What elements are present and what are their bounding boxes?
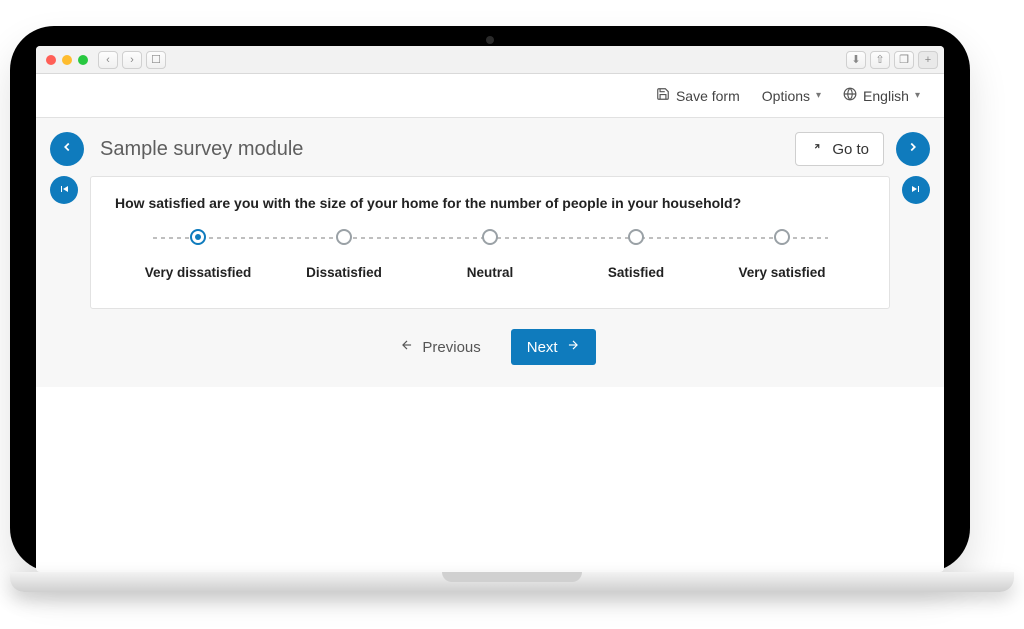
app-toolbar: Save form Options ▾ English ▾ <box>36 74 944 118</box>
likert-option-label: Satisfied <box>608 265 664 280</box>
options-label: Options <box>762 88 810 104</box>
laptop-frame: ‹ › ☐ ⬇ <box>10 26 970 572</box>
laptop-base <box>10 572 1014 592</box>
radio-icon <box>774 229 790 245</box>
next-label: Next <box>527 339 558 356</box>
previous-label: Previous <box>422 339 480 356</box>
trackpad-notch <box>442 572 582 582</box>
plus-icon: + <box>925 54 931 66</box>
likert-option-label: Very dissatisfied <box>145 265 252 280</box>
question-card: How satisfied are you with the size of y… <box>90 176 890 309</box>
language-dropdown[interactable]: English ▾ <box>843 87 920 104</box>
save-form-label: Save form <box>676 88 740 104</box>
globe-icon <box>843 87 857 104</box>
goto-arrow-icon <box>810 140 824 158</box>
skip-forward-icon <box>910 183 922 198</box>
likert-scale: Very dissatisfied Dissatisfied Neutral Sati… <box>115 229 865 280</box>
prev-page-button[interactable] <box>50 132 84 166</box>
close-dot[interactable] <box>46 55 56 65</box>
likert-option-label: Very satisfied <box>738 265 825 280</box>
goto-button[interactable]: Go to <box>795 132 884 166</box>
survey-title: Sample survey module <box>96 138 783 161</box>
pager: Previous Next <box>36 329 944 365</box>
zoom-dot[interactable] <box>78 55 88 65</box>
last-page-button[interactable] <box>902 176 930 204</box>
radio-icon <box>336 229 352 245</box>
screen: ‹ › ☐ ⬇ <box>36 46 944 572</box>
likert-option[interactable]: Very dissatisfied <box>125 229 271 280</box>
new-tab-button[interactable]: + <box>918 51 938 69</box>
skip-back-icon <box>58 183 70 198</box>
likert-option-label: Dissatisfied <box>306 265 382 280</box>
traffic-lights <box>42 55 88 65</box>
likert-option[interactable]: Neutral <box>417 229 563 280</box>
chevron-right-icon: › <box>130 54 134 66</box>
sidebar-toggle[interactable]: ☐ <box>146 51 166 69</box>
share-button[interactable]: ⇧ <box>870 51 890 69</box>
chevron-down-icon: ▾ <box>816 90 821 101</box>
radio-icon <box>190 229 206 245</box>
minimize-dot[interactable] <box>62 55 72 65</box>
chevron-left-icon <box>60 140 74 159</box>
download-button[interactable]: ⬇ <box>846 51 866 69</box>
chevron-right-icon <box>906 140 920 159</box>
likert-option-label: Neutral <box>467 265 514 280</box>
sidebar-icon: ☐ <box>151 53 161 66</box>
share-icon: ⇧ <box>875 53 884 66</box>
tabs-icon: ❐ <box>899 53 909 66</box>
chevron-left-icon: ‹ <box>106 54 110 66</box>
goto-label: Go to <box>832 141 869 158</box>
radio-icon <box>482 229 498 245</box>
first-page-button[interactable] <box>50 176 78 204</box>
arrow-right-icon <box>566 338 580 356</box>
tabs-button[interactable]: ❐ <box>894 51 914 69</box>
next-button[interactable]: Next <box>511 329 596 365</box>
likert-option[interactable]: Very satisfied <box>709 229 855 280</box>
question-text: How satisfied are you with the size of y… <box>115 195 865 211</box>
window-chrome: ‹ › ☐ ⬇ <box>36 46 944 74</box>
camera-dot <box>486 36 494 44</box>
next-page-button[interactable] <box>896 132 930 166</box>
arrow-left-icon <box>400 338 414 356</box>
options-dropdown[interactable]: Options ▾ <box>762 88 821 104</box>
download-icon: ⬇ <box>851 53 860 66</box>
language-label: English <box>863 88 909 104</box>
likert-option[interactable]: Dissatisfied <box>271 229 417 280</box>
previous-button[interactable]: Previous <box>384 329 496 365</box>
likert-option[interactable]: Satisfied <box>563 229 709 280</box>
radio-icon <box>628 229 644 245</box>
save-form-button[interactable]: Save form <box>656 87 740 104</box>
forward-button[interactable]: › <box>122 51 142 69</box>
save-icon <box>656 87 670 104</box>
survey-area: Sample survey module Go to <box>36 118 944 387</box>
chevron-down-icon: ▾ <box>915 90 920 101</box>
back-button[interactable]: ‹ <box>98 51 118 69</box>
